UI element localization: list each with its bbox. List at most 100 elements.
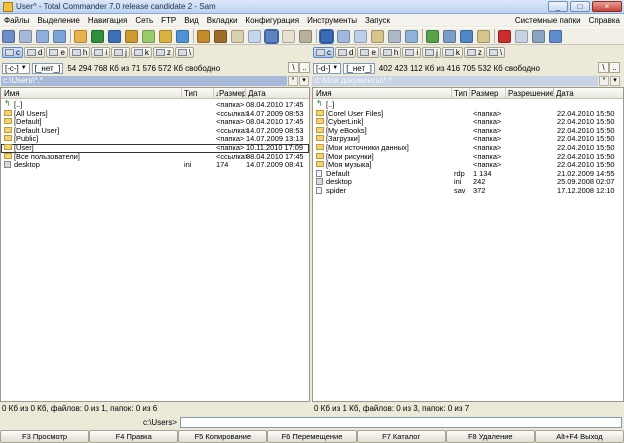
command-line-input[interactable] (180, 416, 622, 428)
left-col-size[interactable]: ↓Размер (215, 89, 247, 98)
mail-icon[interactable] (477, 29, 490, 43)
left-col-date[interactable]: Дата (248, 89, 266, 98)
right-file-row[interactable]: spider sav 372 17.12.2008 12:10 (313, 185, 623, 196)
dirs-icon[interactable] (231, 29, 244, 43)
refresh-icon[interactable] (2, 29, 15, 43)
left-drive-e-button[interactable]: e (46, 47, 68, 58)
left-drive-j-button[interactable]: j (111, 47, 130, 58)
left-parent-button[interactable]: .. (299, 62, 310, 73)
file-name: spider (326, 185, 347, 195)
left-col-type[interactable]: Тип (184, 89, 197, 98)
notepad-icon[interactable] (515, 29, 528, 43)
menu-network[interactable]: Сеть (131, 16, 157, 25)
mkdir-icon[interactable] (371, 29, 384, 43)
search-icon[interactable] (282, 29, 295, 43)
globe-icon[interactable] (549, 29, 562, 43)
menu-selection[interactable]: Выделение (33, 16, 83, 25)
plugin-icon[interactable] (405, 29, 418, 43)
back-icon[interactable] (197, 29, 210, 43)
left-drive-d-button[interactable]: d (24, 47, 46, 58)
right-drive-e-button[interactable]: e (357, 47, 379, 58)
right-drive-z-button[interactable]: z (463, 47, 485, 58)
right-drive-combo[interactable]: [-d-] ▼ (313, 62, 342, 74)
unpack-icon[interactable] (91, 29, 104, 43)
left-drive-combo[interactable]: [-c-] ▼ (2, 62, 30, 74)
browser-icon[interactable] (176, 29, 189, 43)
right-col-name[interactable]: Имя (316, 89, 332, 98)
f6-move-button[interactable]: F6 Перемещение (267, 430, 357, 443)
ftp-icon[interactable] (159, 29, 172, 43)
compare-icon[interactable] (299, 29, 312, 43)
menu-navigation[interactable]: Навигация (84, 16, 132, 25)
left-history-button[interactable]: ▾ (299, 76, 309, 86)
pack-icon[interactable] (74, 29, 87, 43)
right-favorites-button[interactable]: * (599, 76, 609, 86)
sync-icon[interactable] (125, 29, 138, 43)
monitor-icon[interactable] (532, 29, 545, 43)
view-list-icon[interactable] (19, 29, 32, 43)
right-drive-k-button[interactable]: k (441, 47, 463, 58)
right-drive-j-button[interactable]: j (422, 47, 441, 58)
left-drive-h-button[interactable]: h (68, 47, 91, 58)
left-col-name[interactable]: Имя (4, 89, 20, 98)
drive-icon (49, 49, 59, 56)
menu-view[interactable]: Вид (180, 16, 202, 25)
right-drive-h-button[interactable]: h (379, 47, 402, 58)
tree-icon[interactable] (264, 28, 279, 44)
left-favorites-button[interactable]: * (288, 76, 298, 86)
left-drive-root-button[interactable]: \ (174, 47, 195, 58)
menu-tools[interactable]: Инструменты (303, 16, 361, 25)
right-col-resolution[interactable]: Разрешение (508, 89, 554, 98)
right-col-date[interactable]: Дата (556, 89, 574, 98)
left-root-button[interactable]: \ (288, 62, 299, 73)
menu-files[interactable]: Файлы (0, 16, 33, 25)
right-drive-c-button[interactable]: c (313, 47, 334, 58)
view-icon[interactable] (460, 29, 473, 43)
menu-start[interactable]: Запуск (361, 16, 394, 25)
f3-view-button[interactable]: F3 Просмотр (0, 430, 90, 443)
view-brief-icon[interactable] (36, 29, 49, 43)
settings-icon[interactable] (426, 29, 439, 43)
panel-icon[interactable] (319, 28, 334, 44)
branch-icon[interactable] (248, 29, 261, 43)
right-drive-d-button[interactable]: d (335, 47, 357, 58)
sort-icon[interactable] (53, 29, 66, 43)
menu-system-folders[interactable]: Системные папки (511, 16, 585, 25)
move-icon[interactable] (354, 29, 367, 43)
right-drive-i-button[interactable]: i (402, 47, 422, 58)
net-icon[interactable] (388, 29, 401, 43)
right-history-button[interactable]: ▾ (610, 76, 620, 86)
right-col-size[interactable]: Размер (471, 89, 499, 98)
maximize-button[interactable]: □ (570, 1, 590, 12)
left-drive-z-button[interactable]: z (152, 47, 174, 58)
rename-icon[interactable] (142, 29, 155, 43)
menu-help[interactable]: Справка (585, 16, 624, 25)
right-col-type[interactable]: Тип (454, 89, 467, 98)
find-icon[interactable] (108, 29, 121, 43)
left-drive-c-button[interactable]: c (2, 47, 23, 58)
minimize-button[interactable]: _ (548, 1, 568, 12)
drive-icon (5, 49, 14, 56)
right-root-button[interactable]: \ (598, 62, 609, 73)
right-drive-combo-value: [-d-] (316, 63, 331, 73)
f7-mkdir-button[interactable]: F7 Каталог (356, 430, 446, 443)
alt-f4-exit-button[interactable]: Alt+F4 Выход (534, 430, 624, 443)
user-icon[interactable] (443, 29, 456, 43)
close-button[interactable]: × (592, 1, 622, 12)
right-drive-root-button[interactable]: \ (485, 47, 506, 58)
left-file-panel[interactable]: Имя Тип ↓Размер Дата ↰ [..] <папка> 08.04.2… (0, 87, 310, 402)
f8-delete-button[interactable]: F8 Удаление (445, 430, 535, 443)
menu-ftp[interactable]: FTP (157, 16, 180, 25)
left-drive-k-button[interactable]: k (130, 47, 152, 58)
f4-edit-button[interactable]: F4 Правка (89, 430, 179, 443)
right-parent-button[interactable]: .. (609, 62, 620, 73)
f5-copy-button[interactable]: F5 Копирование (178, 430, 268, 443)
left-drive-i-button[interactable]: i (91, 47, 111, 58)
menu-tabs[interactable]: Вкладки (203, 16, 242, 25)
delete-icon[interactable] (498, 29, 511, 43)
forward-icon[interactable] (214, 29, 227, 43)
right-file-panel[interactable]: Имя Тип Размер Разрешение Дата ↰ [..] [Cor… (312, 87, 624, 402)
left-file-row[interactable]: desktop ini 174 14.07.2009 08:41 (1, 161, 309, 170)
menu-configuration[interactable]: Конфигурация (241, 16, 303, 25)
copy-icon[interactable] (337, 29, 350, 43)
